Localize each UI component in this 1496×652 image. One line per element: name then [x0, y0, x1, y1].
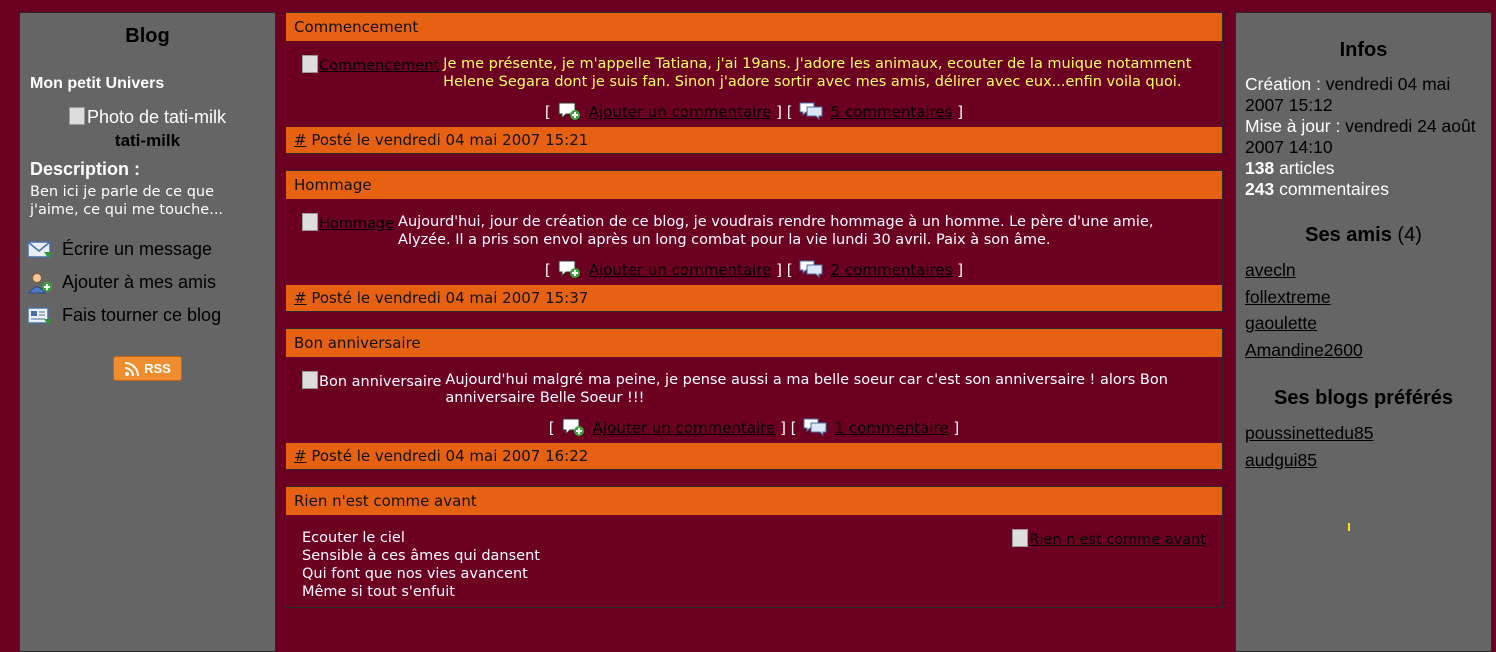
add-comment-icon: [558, 260, 580, 278]
post-text: Je me présente, je m'appelle Tatiana, j'…: [443, 56, 1192, 90]
post-image-alt: Hommage: [319, 216, 395, 232]
post-title: Commencement: [286, 13, 1222, 41]
comments-count-link[interactable]: 1 commentaire: [835, 419, 949, 437]
permalink[interactable]: #: [294, 447, 307, 465]
sidebar-title: Blog: [125, 25, 170, 47]
comments-count-link[interactable]: 5 commentaires: [831, 103, 953, 121]
favorite-blog-link[interactable]: poussinettedu85: [1245, 420, 1482, 447]
post-title: Hommage: [286, 171, 1222, 199]
right-sidebar: Infos Création : vendredi 04 mai 2007 15…: [1235, 12, 1492, 652]
post-comment-links: [Ajouter un commentaire ] [1 commentaire…: [548, 418, 960, 437]
add-comment-link[interactable]: Ajouter un commentaire: [593, 419, 776, 437]
text-cursor: [1348, 523, 1350, 531]
posts-column: Commencement Commencement Je me présente…: [285, 12, 1223, 624]
profile-photo-alt: Photo de tati-milk: [86, 107, 227, 127]
post-date: Posté le vendredi 04 mai 2007 15:21: [311, 131, 589, 149]
profile-photo[interactable]: Photo de tati-milk: [20, 107, 275, 128]
post-body: Rien n'est comme avant Ecouter le ciel S…: [286, 515, 1222, 605]
rss-icon: [125, 361, 140, 376]
friends-count: (4): [1397, 224, 1422, 246]
post-comment-links: [Ajouter un commentaire ] [2 commentaire…: [544, 260, 964, 279]
share-blog-link[interactable]: Fais tourner ce blog: [20, 299, 275, 332]
post-footer: # Posté le vendredi 04 mai 2007 15:37: [286, 285, 1222, 311]
blog-post: Bon anniversaire Bon anniversaire Aujour…: [285, 328, 1223, 470]
add-comment-icon: [558, 102, 580, 120]
post-comment-links: [Ajouter un commentaire ] [5 commentaire…: [544, 102, 964, 121]
description-label: Description :: [30, 159, 141, 179]
post-image[interactable]: Hommage: [302, 213, 394, 233]
infos-title: Infos: [1339, 39, 1388, 61]
friend-link[interactable]: gaoulette: [1245, 310, 1482, 337]
permalink[interactable]: #: [294, 289, 307, 307]
post-date: Posté le vendredi 04 mai 2007 16:22: [311, 447, 589, 465]
post-date: Posté le vendredi 04 mai 2007 15:37: [311, 289, 589, 307]
post-image[interactable]: Rien n'est comme avant: [1012, 529, 1206, 549]
left-sidebar: Blog Mon petit Univers Photo de tati-mil…: [19, 12, 276, 652]
post-text: Aujourd'hui malgré ma peine, je pense au…: [445, 372, 1168, 406]
friend-link[interactable]: avecln: [1245, 257, 1482, 284]
friend-link[interactable]: Amandine2600: [1245, 337, 1482, 364]
comments-label: commentaires: [1279, 179, 1389, 199]
post-text: Aujourd'hui, jour de création de ce blog…: [398, 214, 1154, 248]
username: tati-milk: [114, 131, 181, 150]
envelope-icon: [27, 240, 52, 258]
post-image[interactable]: Bon anniversaire: [302, 371, 441, 391]
broken-image-icon: [302, 371, 318, 389]
write-message-link[interactable]: Écrire un message: [20, 233, 275, 266]
poem-line: Qui font que nos vies avancent: [302, 566, 528, 582]
share-blog-icon: [27, 306, 52, 325]
post-body: Hommage Aujourd'hui, jour de création de…: [286, 199, 1222, 253]
description-text: Ben ici je parle de ce que j'aime, ce qu…: [30, 184, 224, 218]
favorite-blogs-list: poussinettedu85 audgui85: [1245, 420, 1482, 473]
poem-line: Sensible à ces âmes qui dansent: [302, 548, 540, 564]
add-friend-icon: [28, 272, 52, 293]
creation-label: Création :: [1245, 74, 1321, 94]
permalink[interactable]: #: [294, 131, 307, 149]
blog-subtitle: Mon petit Univers: [30, 75, 165, 92]
articles-label: articles: [1279, 158, 1335, 178]
post-image-alt: Rien n'est comme avant: [1029, 532, 1206, 548]
post-footer: # Posté le vendredi 04 mai 2007 15:21: [286, 127, 1222, 153]
post-title: Rien n'est comme avant: [286, 487, 1222, 515]
add-friend-label: Ajouter à mes amis: [62, 272, 217, 292]
friend-link[interactable]: follextreme: [1245, 284, 1482, 311]
post-body: Commencement Je me présente, je m'appell…: [286, 41, 1222, 95]
add-comment-link[interactable]: Ajouter un commentaire: [589, 103, 772, 121]
post-body: Bon anniversaire Aujourd'hui malgré ma p…: [286, 357, 1222, 411]
broken-image-icon: [302, 213, 318, 231]
add-friend-link[interactable]: Ajouter à mes amis: [20, 266, 275, 299]
favorite-blogs-title: Ses blogs préférés: [1274, 387, 1453, 409]
friends-title: Ses amis (4): [1236, 224, 1491, 247]
friends-list: avecln follextreme gaoulette Amandine260…: [1245, 257, 1482, 363]
blog-post: Commencement Commencement Je me présente…: [285, 12, 1223, 154]
rss-button[interactable]: RSS: [113, 356, 182, 381]
profile-actions: Écrire un message Ajouter à mes amis Fai…: [20, 233, 275, 332]
comments-count-link[interactable]: 2 commentaires: [831, 261, 953, 279]
share-blog-label: Fais tourner ce blog: [62, 305, 222, 325]
post-image-alt: Commencement: [319, 58, 440, 74]
update-label: Mise à jour :: [1245, 116, 1341, 136]
infos-list: Création : vendredi 04 mai 2007 15:12 Mi…: [1245, 74, 1482, 200]
add-comment-icon: [562, 418, 584, 436]
favorite-blog-link[interactable]: audgui85: [1245, 447, 1482, 474]
post-image-alt: Bon anniversaire: [319, 374, 442, 390]
broken-image-icon: [302, 55, 318, 73]
write-message-label: Écrire un message: [62, 239, 213, 259]
broken-image-icon: [68, 107, 85, 125]
comments-icon: [803, 418, 827, 437]
post-image[interactable]: Commencement: [302, 55, 439, 75]
post-footer: # Posté le vendredi 04 mai 2007 16:22: [286, 443, 1222, 469]
articles-count: 138: [1245, 158, 1275, 178]
blog-post: Hommage Hommage Aujourd'hui, jour de cré…: [285, 170, 1223, 312]
comments-icon: [799, 260, 823, 279]
broken-image-icon: [1012, 529, 1029, 547]
comments-count: 243: [1245, 179, 1275, 199]
blog-post: Rien n'est comme avant Rien n'est comme …: [285, 486, 1223, 608]
poem-line: Même si tout s'enfuit: [302, 584, 455, 600]
friends-heading: Ses amis: [1305, 224, 1392, 246]
rss-label: RSS: [144, 361, 171, 376]
add-comment-link[interactable]: Ajouter un commentaire: [589, 261, 772, 279]
post-title: Bon anniversaire: [286, 329, 1222, 357]
comments-icon: [799, 102, 823, 121]
